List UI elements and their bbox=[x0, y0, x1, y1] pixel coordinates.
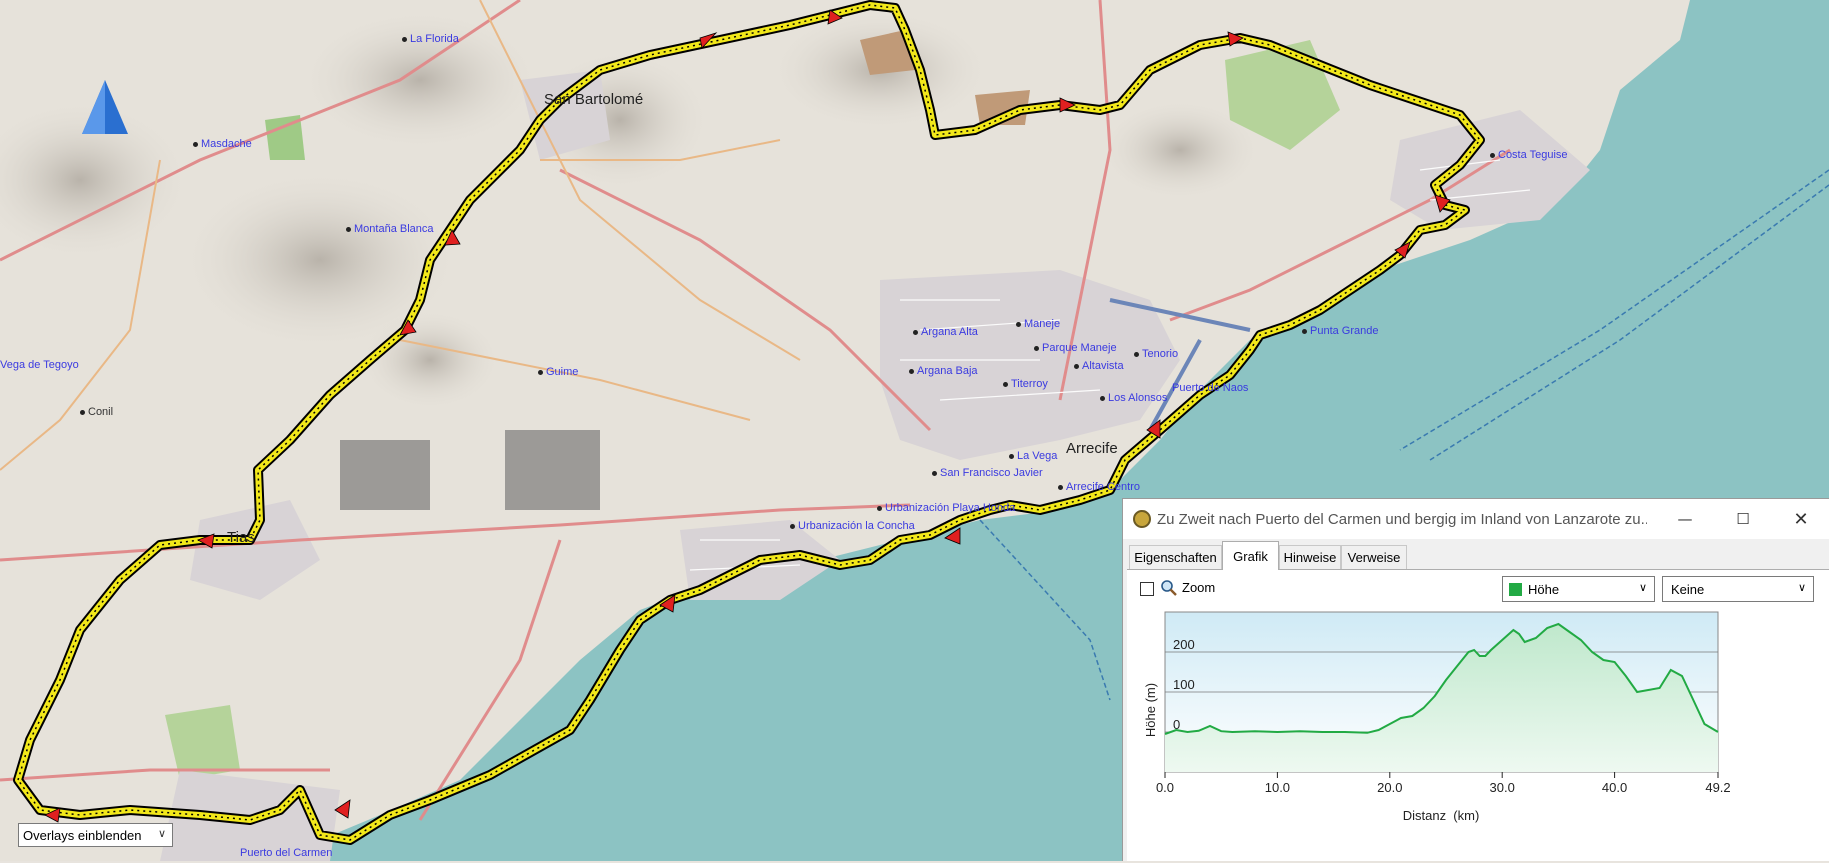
place-label: Punta Grande bbox=[1302, 325, 1379, 337]
chevron-down-icon: ∨ bbox=[1638, 582, 1647, 594]
x-axis-label: Distanz (km) bbox=[1403, 808, 1480, 823]
window-title: Zu Zweit nach Puerto del Carmen und berg… bbox=[1157, 510, 1647, 528]
x-tick-label: 30.0 bbox=[1490, 780, 1515, 795]
place-label: Los Alonsos bbox=[1100, 392, 1167, 404]
place-label: Conil bbox=[80, 406, 113, 418]
zoom-label: Zoom bbox=[1182, 580, 1216, 595]
app-icon bbox=[1133, 510, 1151, 528]
town-label: San Bartolomé bbox=[544, 91, 644, 108]
place-label: San Francisco Javier bbox=[932, 467, 1043, 479]
place-label: Arrecife Centro bbox=[1058, 481, 1140, 493]
tab-verweise[interactable]: Verweise bbox=[1341, 545, 1407, 569]
place-label: La Vega bbox=[1009, 450, 1057, 462]
chevron-down-icon: ∨ bbox=[157, 828, 166, 840]
x-tick-label: 10.0 bbox=[1265, 780, 1290, 795]
secondary-series-dropdown[interactable]: Keine ∨ bbox=[1662, 576, 1814, 602]
place-label: Argana Alta bbox=[913, 326, 978, 338]
y-tick-label: 100 bbox=[1173, 677, 1195, 692]
place-label: Maneje bbox=[1016, 318, 1060, 330]
tab-eigenschaften[interactable]: Eigenschaften bbox=[1129, 545, 1222, 569]
x-tick-label: 49.2 bbox=[1705, 780, 1730, 795]
place-label: Guime bbox=[538, 366, 578, 378]
x-tick-label: 20.0 bbox=[1377, 780, 1402, 795]
grafik-panel: Zoom Höhe ∨ Keine ∨ 0 100 200 0.0 10.0 2… bbox=[1127, 569, 1829, 861]
y-axis-label: Höhe (m) bbox=[1143, 683, 1158, 737]
place-label: Urbanización la Concha bbox=[790, 520, 915, 532]
town-label: Arrecife bbox=[1066, 440, 1118, 457]
place-label: Altavista bbox=[1074, 360, 1124, 372]
place-label: Argana Baja bbox=[909, 365, 978, 377]
series-color-swatch bbox=[1509, 582, 1522, 596]
place-label: Titerroy bbox=[1003, 378, 1048, 390]
tab-hinweise[interactable]: Hinweise bbox=[1279, 545, 1341, 569]
maximize-button[interactable]: ☐ bbox=[1714, 499, 1772, 539]
magnifier-icon bbox=[1161, 580, 1177, 596]
tab-bar: Eigenschaften Grafik Hinweise Verweise bbox=[1123, 539, 1829, 570]
secondary-dropdown-label: Keine bbox=[1671, 581, 1705, 597]
chevron-down-icon: ∨ bbox=[1797, 582, 1806, 594]
track-graph-window: Zu Zweit nach Puerto del Carmen und berg… bbox=[1122, 498, 1829, 861]
town-label: Tias bbox=[227, 529, 255, 546]
place-label: Vega de Tegoyo bbox=[0, 359, 79, 371]
place-label: Masdache bbox=[193, 138, 252, 150]
place-label: Montaña Blanca bbox=[346, 223, 434, 235]
zoom-checkbox[interactable] bbox=[1140, 582, 1154, 596]
overlay-dropdown[interactable]: Overlays einblenden ∨ bbox=[18, 823, 173, 847]
place-label: Puerto de Naos bbox=[1172, 382, 1249, 394]
minimize-button[interactable]: — bbox=[1656, 499, 1714, 539]
close-button[interactable]: ✕ bbox=[1772, 499, 1829, 539]
place-label: Costa Teguise bbox=[1490, 149, 1568, 161]
y-tick-label: 200 bbox=[1173, 637, 1195, 652]
place-label: La Florida bbox=[402, 33, 459, 45]
place-label: Urbanización Playa Honda bbox=[877, 502, 1015, 514]
place-label: Parque Maneje bbox=[1034, 342, 1117, 354]
place-label: Puerto del Carmen bbox=[240, 847, 333, 859]
x-tick-label: 0.0 bbox=[1156, 780, 1174, 795]
overlay-dropdown-label: Overlays einblenden bbox=[23, 827, 142, 843]
place-label: Tenorio bbox=[1134, 348, 1178, 360]
elevation-chart[interactable]: 0 100 200 0.0 10.0 20.0 30.0 40.0 49.2 Höhe (m)… bbox=[1127, 610, 1829, 863]
series-dropdown[interactable]: Höhe ∨ bbox=[1502, 576, 1655, 602]
x-tick-label: 40.0 bbox=[1602, 780, 1627, 795]
north-arrow-icon bbox=[82, 80, 128, 134]
series-dropdown-label: Höhe bbox=[1528, 581, 1560, 597]
tab-grafik[interactable]: Grafik bbox=[1222, 541, 1279, 570]
y-tick-label: 0 bbox=[1173, 717, 1180, 732]
window-titlebar[interactable]: Zu Zweit nach Puerto del Carmen und berg… bbox=[1123, 499, 1829, 539]
